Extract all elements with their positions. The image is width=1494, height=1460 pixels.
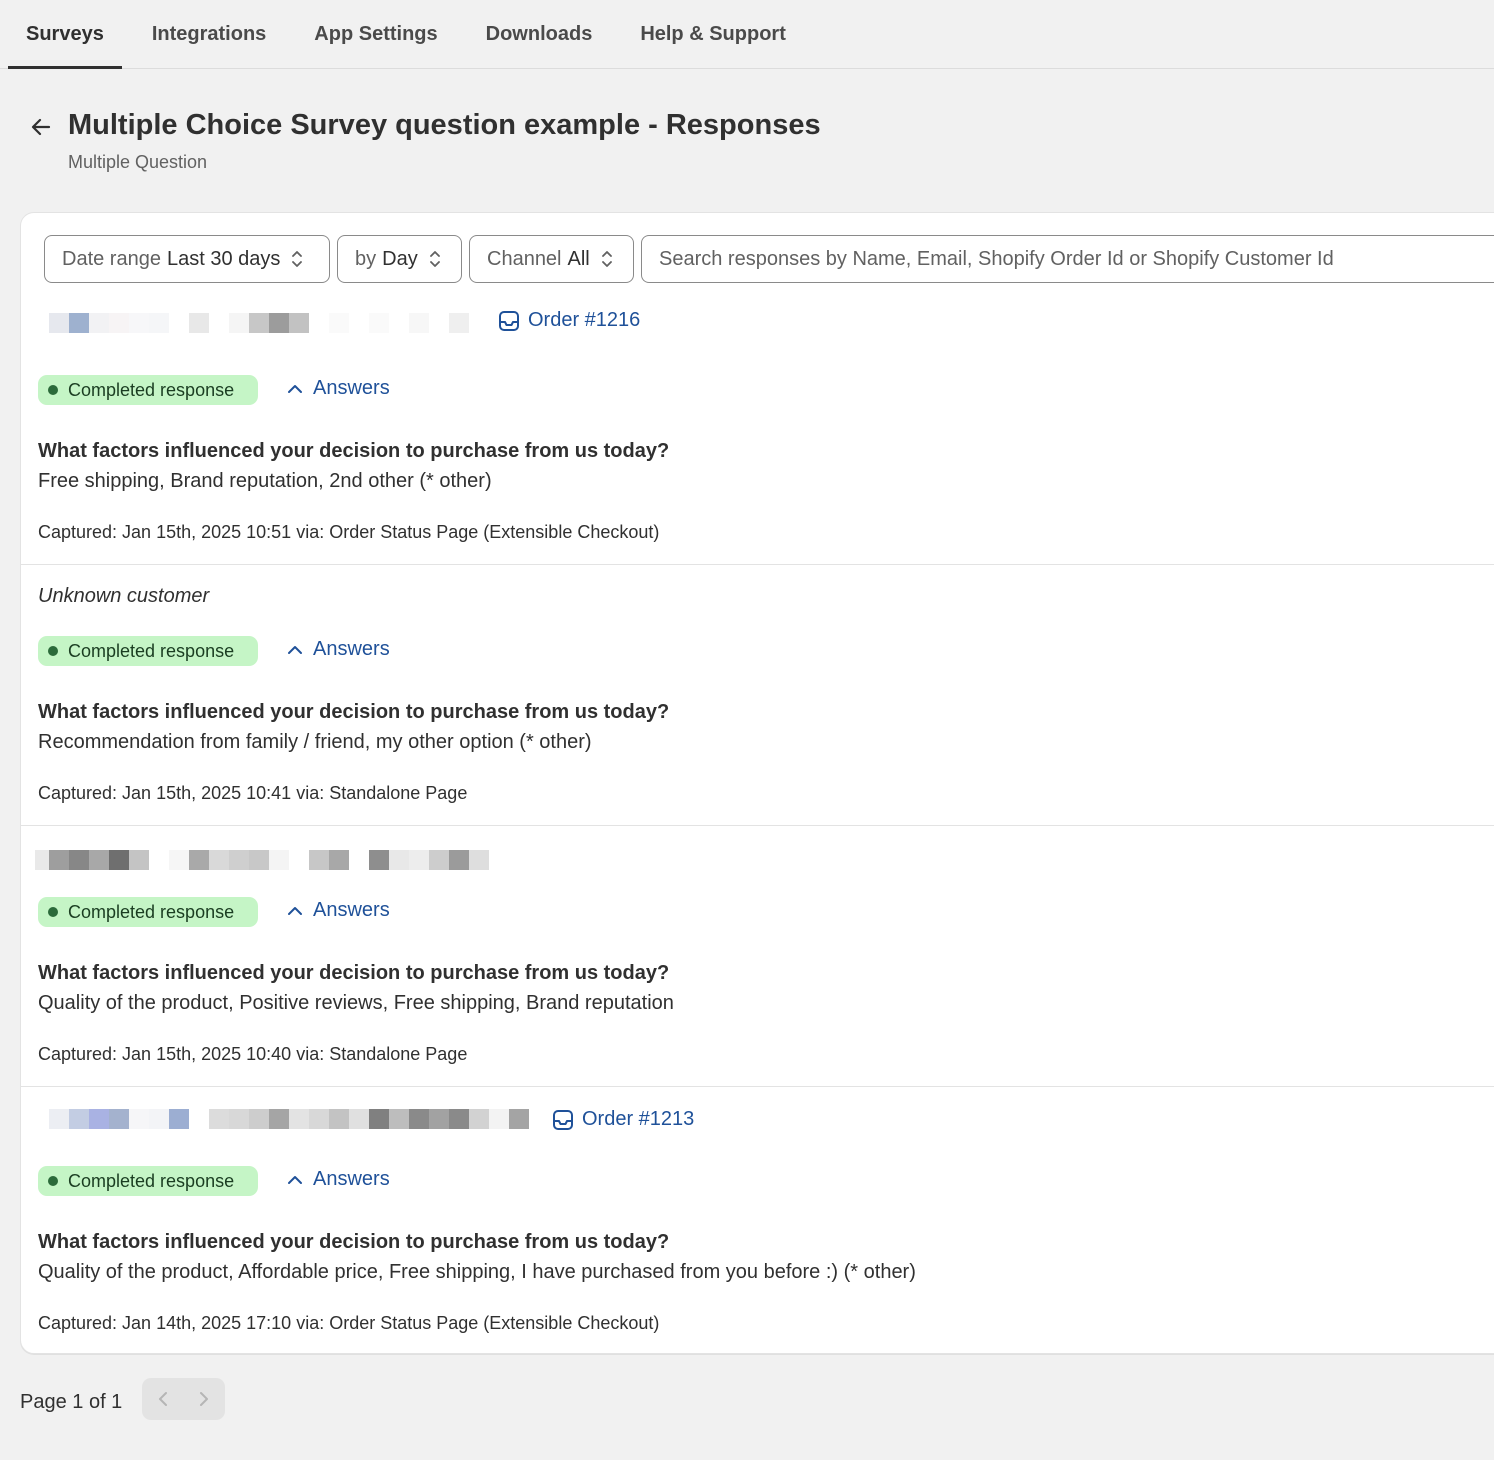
responses-card: Date range Last 30 days by Day Channel A… xyxy=(20,212,1494,1354)
order-link[interactable]: Order #1213 xyxy=(552,1108,694,1131)
granularity-value: Day xyxy=(382,247,418,270)
answer-text: Recommendation from family / friend, my … xyxy=(38,731,592,753)
question-text: What factors influenced your decision to… xyxy=(38,701,670,723)
date-range-label: Date range xyxy=(62,247,161,270)
status-dot xyxy=(48,1176,58,1186)
inbox-icon xyxy=(553,1109,573,1130)
tab-app-settings[interactable]: App Settings xyxy=(296,0,455,68)
granularity-label: by xyxy=(355,247,377,270)
answers-label: Answers xyxy=(313,377,390,399)
answer-text: Quality of the product, Affordable price… xyxy=(38,1261,916,1283)
chevron-left-icon xyxy=(158,1392,167,1406)
select-updown-icon xyxy=(600,248,614,270)
customer-name: Unknown customer xyxy=(38,585,210,607)
status-text: Completed response xyxy=(68,901,235,922)
date-range-value: Last 30 days xyxy=(166,247,281,270)
chevron-up-icon xyxy=(288,1175,302,1184)
answers-toggle[interactable]: Answers xyxy=(287,899,390,922)
tab-downloads[interactable]: Downloads xyxy=(468,0,611,68)
captured-info: Captured: Jan 15th, 2025 10:40 via: Stan… xyxy=(38,1044,468,1064)
captured-info: Captured: Jan 14th, 2025 17:10 via: Orde… xyxy=(38,1313,660,1333)
answers-toggle[interactable]: Answers xyxy=(287,377,390,400)
status-badge: Completed response xyxy=(38,636,258,666)
redacted-customer-name xyxy=(35,850,489,870)
previous-page-button[interactable] xyxy=(142,1378,184,1420)
back-button[interactable] xyxy=(26,112,56,142)
page-title: Multiple Choice Survey question example … xyxy=(68,109,821,141)
status-dot xyxy=(48,385,58,395)
channel-value: All xyxy=(567,247,590,270)
status-dot xyxy=(48,646,58,656)
captured-info: Captured: Jan 15th, 2025 10:51 via: Orde… xyxy=(38,522,660,542)
select-updown-icon xyxy=(290,248,304,270)
response-item: Unknown customer Completed response Answ… xyxy=(21,565,1494,826)
granularity-select[interactable]: by Day xyxy=(337,235,462,283)
pagination-label: Page 1 of 1 xyxy=(20,1391,123,1413)
search-input[interactable] xyxy=(641,235,1494,283)
inbox-icon xyxy=(499,310,519,331)
answers-label: Answers xyxy=(313,899,390,921)
filter-bar: Date range Last 30 days by Day Channel A… xyxy=(44,235,1494,284)
channel-select[interactable]: Channel All xyxy=(469,235,634,283)
question-text: What factors influenced your decision to… xyxy=(38,962,670,984)
order-link[interactable]: Order #1216 xyxy=(498,309,640,332)
chevron-up-icon xyxy=(288,645,302,654)
status-dot xyxy=(48,907,58,917)
pagination-controls xyxy=(142,1378,225,1420)
order-number: Order #1213 xyxy=(582,1108,695,1130)
answers-toggle[interactable]: Answers xyxy=(287,1168,390,1191)
chevron-right-icon xyxy=(200,1392,209,1406)
status-badge: Completed response xyxy=(38,375,258,405)
response-item: Order #1213 Completed response Answers W… xyxy=(21,1087,1494,1353)
tab-help-support[interactable]: Help & Support xyxy=(622,0,804,68)
answers-label: Answers xyxy=(313,638,390,660)
captured-info: Captured: Jan 15th, 2025 10:41 via: Stan… xyxy=(38,783,468,803)
status-badge: Completed response xyxy=(38,897,258,927)
question-text: What factors influenced your decision to… xyxy=(38,1231,670,1253)
tab-surveys[interactable]: Surveys xyxy=(8,0,122,69)
order-number: Order #1216 xyxy=(528,309,641,331)
arrow-left-icon xyxy=(31,118,51,136)
answers-toggle[interactable]: Answers xyxy=(287,638,390,661)
answers-label: Answers xyxy=(313,1168,390,1190)
chevron-up-icon xyxy=(288,906,302,915)
answer-text: Free shipping, Brand reputation, 2nd oth… xyxy=(38,470,492,492)
status-text: Completed response xyxy=(68,1170,235,1191)
status-text: Completed response xyxy=(68,640,235,661)
status-badge: Completed response xyxy=(38,1166,258,1196)
answer-text: Quality of the product, Positive reviews… xyxy=(38,992,674,1014)
channel-label: Channel xyxy=(487,247,562,270)
date-range-select[interactable]: Date range Last 30 days xyxy=(44,235,330,283)
question-text: What factors influenced your decision to… xyxy=(38,440,670,462)
next-page-button[interactable] xyxy=(184,1378,226,1420)
tab-integrations[interactable]: Integrations xyxy=(134,0,284,68)
status-text: Completed response xyxy=(68,379,235,400)
page-subtitle: Multiple Question xyxy=(68,152,208,172)
chevron-up-icon xyxy=(288,384,302,393)
top-nav: Surveys Integrations App Settings Downlo… xyxy=(0,0,1494,69)
select-updown-icon xyxy=(428,248,442,270)
redacted-customer-name xyxy=(49,1109,529,1129)
response-item: Order #1216 Completed response Answers W… xyxy=(21,305,1494,565)
response-item: Completed response Answers What factors … xyxy=(21,826,1494,1087)
redacted-customer-name xyxy=(37,313,469,333)
